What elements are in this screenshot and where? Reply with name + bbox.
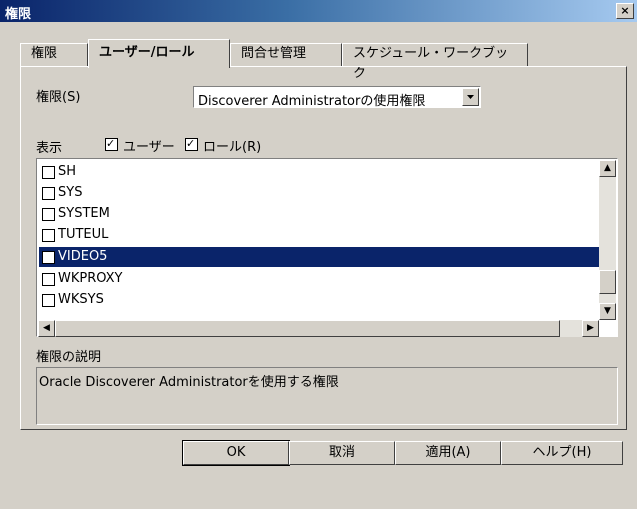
item-label: SYS (58, 185, 83, 200)
item-checkbox[interactable] (42, 208, 55, 221)
item-label: WKPROXY (58, 271, 123, 286)
list-item[interactable]: TUTEUL (39, 225, 599, 245)
item-checkbox[interactable] (42, 294, 55, 307)
user-role-list[interactable]: SH SYS SYSTEM TUTEUL VIDEO5 WKPROXY WKSY… (36, 158, 618, 337)
item-label: WKSYS (58, 292, 104, 307)
role-checkbox-label: ロール(R) (203, 140, 262, 155)
item-checkbox[interactable] (42, 273, 55, 286)
item-checkbox[interactable] (42, 187, 55, 200)
privilege-select-value: Discoverer Administratorの使用権限 (198, 94, 426, 109)
privilege-label: 権限(S) (36, 90, 81, 105)
item-label: SYSTEM (58, 206, 110, 221)
arrow-up-icon: ▲ (604, 163, 611, 173)
cancel-button[interactable]: 取消 (289, 441, 395, 465)
item-checkbox[interactable] (42, 251, 55, 264)
item-label: TUTEUL (58, 227, 109, 242)
description-text: Oracle Discoverer Administratorを使用する権限 (39, 375, 339, 390)
item-checkbox[interactable] (42, 166, 55, 179)
list-item-selected[interactable]: VIDEO5 (39, 247, 599, 267)
scroll-right-button[interactable]: ▶ (582, 320, 599, 337)
apply-button[interactable]: 適用(A) (395, 441, 501, 465)
scroll-down-button[interactable]: ▼ (599, 303, 616, 320)
arrow-right-icon: ▶ (587, 323, 594, 333)
vertical-scrollbar[interactable]: ▲ ▼ (599, 160, 616, 320)
horizontal-scroll-thumb[interactable] (55, 320, 560, 337)
window-title: 権限 (5, 7, 32, 22)
privilege-select[interactable]: Discoverer Administratorの使用権限 (193, 86, 481, 109)
display-label: 表示 (36, 141, 63, 156)
arrow-down-icon: ▼ (604, 306, 611, 316)
chevron-down-icon (467, 95, 474, 99)
list-item[interactable]: SYS (39, 183, 599, 203)
description-box: Oracle Discoverer Administratorを使用する権限 (36, 367, 618, 425)
tab-privilege[interactable]: 権限 (20, 43, 88, 66)
list-item[interactable]: SH (39, 162, 599, 182)
user-checkbox[interactable] (105, 138, 118, 151)
vertical-scroll-thumb[interactable] (599, 270, 616, 294)
scroll-left-button[interactable]: ◀ (38, 320, 55, 337)
role-checkbox[interactable] (185, 138, 198, 151)
item-label: VIDEO5 (58, 249, 108, 264)
ok-button[interactable]: OK (182, 440, 290, 466)
user-checkbox-label: ユーザー (123, 140, 175, 155)
list-item[interactable]: WKSYS (39, 290, 599, 310)
tab-schedule-workbook[interactable]: スケジュール・ワークブック (342, 43, 528, 81)
close-button[interactable]: × (616, 3, 634, 19)
item-checkbox[interactable] (42, 229, 55, 242)
list-item[interactable]: WKPROXY (39, 269, 599, 289)
description-label: 権限の説明 (36, 350, 102, 365)
privilege-dropdown-button[interactable] (462, 88, 479, 106)
tab-query-management[interactable]: 問合せ管理 (230, 43, 342, 66)
scroll-up-button[interactable]: ▲ (599, 160, 616, 177)
title-bar: 権限 × (0, 0, 637, 22)
tab-user-role[interactable]: ユーザー/ロール (88, 39, 230, 68)
help-button[interactable]: ヘルプ(H) (501, 441, 623, 465)
item-label: SH (58, 164, 77, 179)
list-item[interactable]: SYSTEM (39, 204, 599, 224)
arrow-left-icon: ◀ (43, 323, 50, 333)
horizontal-scrollbar[interactable]: ◀ ▶ (38, 320, 599, 337)
